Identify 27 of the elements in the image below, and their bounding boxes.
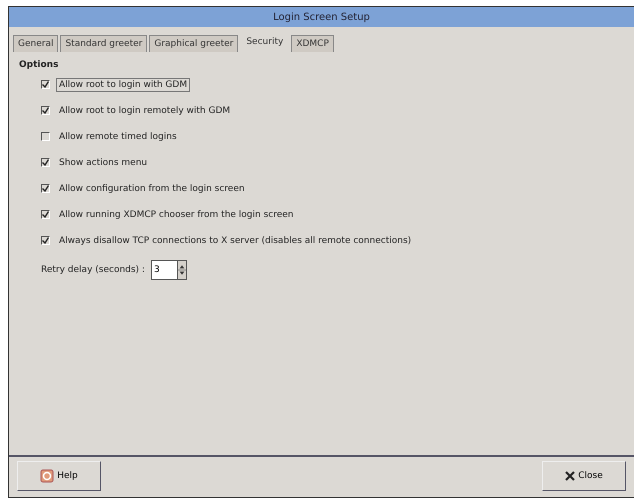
checkbox-label[interactable]: Allow root to login remotely with GDM	[56, 104, 234, 118]
checkbox-label[interactable]: Allow running XDMCP chooser from the login screen	[56, 208, 297, 222]
checkbox[interactable]	[41, 80, 50, 89]
close-button[interactable]: Close	[542, 461, 626, 491]
help-button[interactable]: Help	[17, 461, 101, 491]
checkbox[interactable]	[41, 184, 50, 193]
checkbox[interactable]	[41, 106, 50, 115]
retry-delay-label: Retry delay (seconds) :	[41, 265, 145, 275]
checkbox[interactable]	[41, 158, 50, 167]
checkbox[interactable]	[41, 210, 50, 219]
close-icon	[565, 471, 576, 481]
checkbox-label[interactable]: Allow configuration from the login screen	[56, 182, 248, 196]
tab[interactable]: XDMCP	[291, 35, 334, 52]
tab[interactable]: General	[13, 35, 58, 52]
window-title: Login Screen Setup	[9, 7, 634, 27]
checkbox-label[interactable]: Allow root to login with GDM	[56, 78, 190, 92]
checkbox[interactable]	[41, 236, 50, 245]
retry-delay-field[interactable]: 3	[150, 260, 177, 280]
checkbox-label[interactable]: Allow remote timed logins	[56, 130, 180, 144]
tab[interactable]: Standard greeter	[60, 35, 148, 52]
checkbox[interactable]	[41, 132, 50, 141]
help-icon	[40, 469, 54, 483]
spin-arrows-icon[interactable]	[176, 260, 187, 280]
checkbox-label[interactable]: Show actions menu	[56, 156, 150, 170]
section-heading: Options	[19, 60, 60, 70]
checkbox-label[interactable]: Always disallow TCP connections to X server (disables all remote connections)	[56, 234, 414, 248]
tab[interactable]: Graphical greeter	[149, 35, 238, 52]
